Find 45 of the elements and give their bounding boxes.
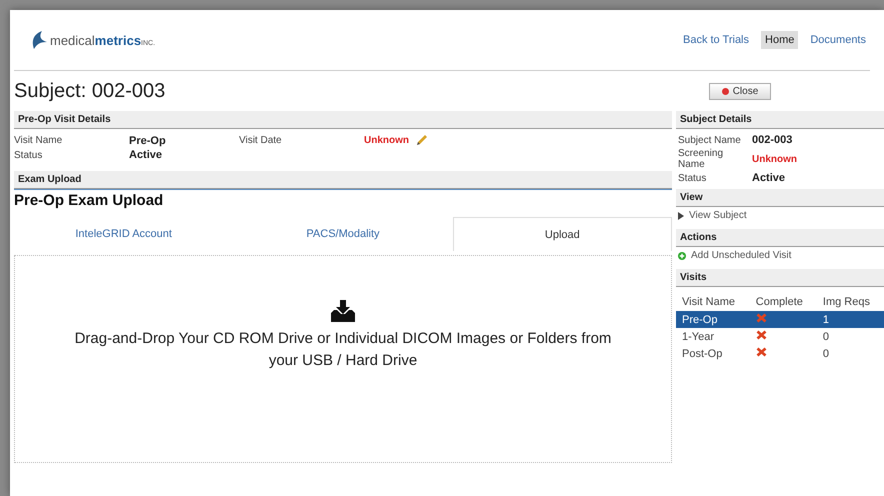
nav-link[interactable]: Documents: [806, 31, 870, 49]
triangle-icon: [678, 212, 684, 220]
table-cell: 1: [816, 311, 884, 328]
column-header: Complete: [750, 293, 817, 311]
section-header: Visits: [676, 269, 884, 287]
drop-zone[interactable]: Drag-and-Drop Your CD ROM Drive or Individual DICOM Images or Folders from your USB / Hard Drive: [14, 255, 672, 463]
add-visit-link[interactable]: Add Unscheduled Visit: [676, 247, 884, 269]
pencil-icon[interactable]: [415, 134, 428, 147]
section-header: Exam Upload: [14, 171, 672, 189]
column-header: Visit Name: [676, 293, 750, 311]
view-subject-link[interactable]: View Subject: [676, 207, 884, 229]
section-header: View: [676, 189, 884, 207]
field-label: Screening Name: [678, 148, 724, 170]
tab[interactable]: PACS/Modality: [233, 217, 453, 251]
section-header: Actions: [676, 229, 884, 247]
section-header: Subject Details: [676, 111, 884, 129]
table-cell: 0: [816, 328, 884, 345]
field-label: Visit Name: [14, 135, 64, 146]
field-label: Status: [678, 172, 708, 184]
download-tray-icon: [331, 300, 355, 322]
field-value: 002-003: [752, 134, 794, 146]
close-dot-icon: [722, 88, 729, 94]
field-value: Unknown: [752, 154, 798, 164]
plus-icon: [678, 252, 686, 260]
upload-title: Pre-Op Exam Upload: [14, 189, 672, 217]
field-value: Unknown: [364, 135, 409, 146]
tab[interactable]: InteleGRID Account: [14, 217, 234, 251]
visit-row-name[interactable]: Pre-Op: [676, 311, 750, 328]
field-label: Status: [14, 150, 44, 160]
tab[interactable]: Upload: [452, 217, 672, 251]
field-label: Visit Date: [239, 135, 283, 146]
field-value: Active: [752, 172, 786, 184]
column-header: Img Reqs: [816, 293, 884, 311]
visit-row-name[interactable]: Post-Op: [676, 345, 750, 362]
close-button[interactable]: Close: [708, 82, 772, 100]
visit-row-name[interactable]: 1-Year: [676, 328, 750, 345]
field-label: Subject Name: [678, 134, 742, 146]
section-header: Pre-Op Visit Details: [14, 111, 672, 129]
drop-instructions: Drag-and-Drop Your CD ROM Drive or Individual DICOM Images or Folders from your USB / Hard Drive: [74, 329, 612, 371]
field-value: Active: [129, 149, 164, 161]
nav-link[interactable]: Back to Trials: [678, 31, 754, 49]
table-cell-text: 0: [822, 346, 830, 362]
nav-link[interactable]: Home: [761, 31, 798, 49]
field-value: Pre-Op: [129, 134, 167, 146]
page-title: Subject: 002-003: [14, 78, 166, 104]
